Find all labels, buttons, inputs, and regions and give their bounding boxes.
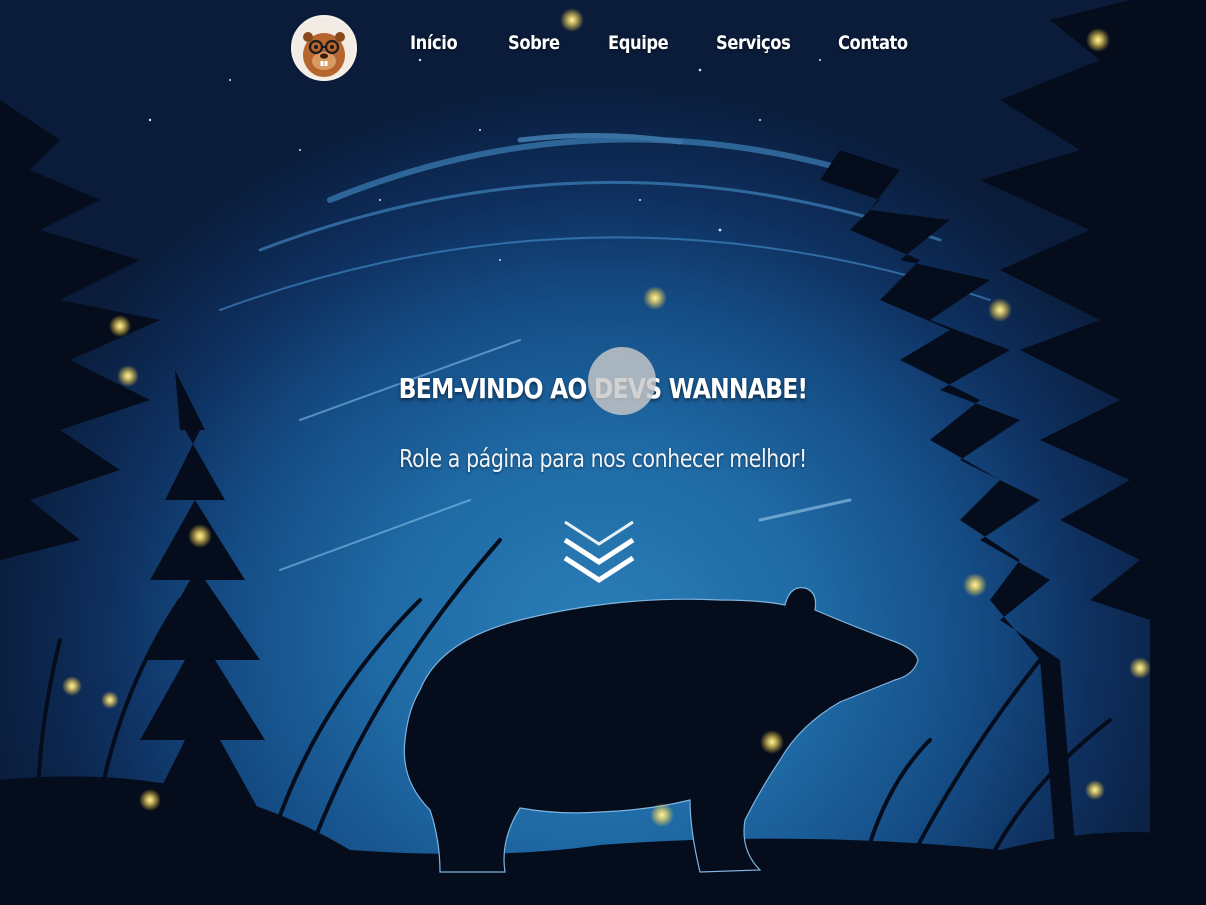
nav-link-servicos[interactable]: Serviços (716, 32, 791, 54)
site-logo[interactable] (291, 15, 357, 81)
nav-link-equipe[interactable]: Equipe (608, 32, 669, 54)
hero-subtitle: Role a página para nos conhecer melhor! (399, 444, 807, 473)
nav-link-sobre[interactable]: Sobre (508, 32, 560, 54)
bear-silhouette (403, 587, 919, 873)
top-navigation: Início Sobre Equipe Serviços Contato (0, 0, 1206, 96)
nav-link-contato[interactable]: Contato (838, 32, 908, 54)
hero-page: Início Sobre Equipe Serviços Contato BEM… (0, 0, 1206, 905)
scroll-down-button[interactable] (561, 518, 637, 584)
mouse-cursor-indicator (588, 347, 656, 415)
double-chevron-down-icon (563, 520, 635, 583)
beaver-with-glasses-icon (293, 17, 355, 79)
nav-link-inicio[interactable]: Início (410, 32, 458, 54)
